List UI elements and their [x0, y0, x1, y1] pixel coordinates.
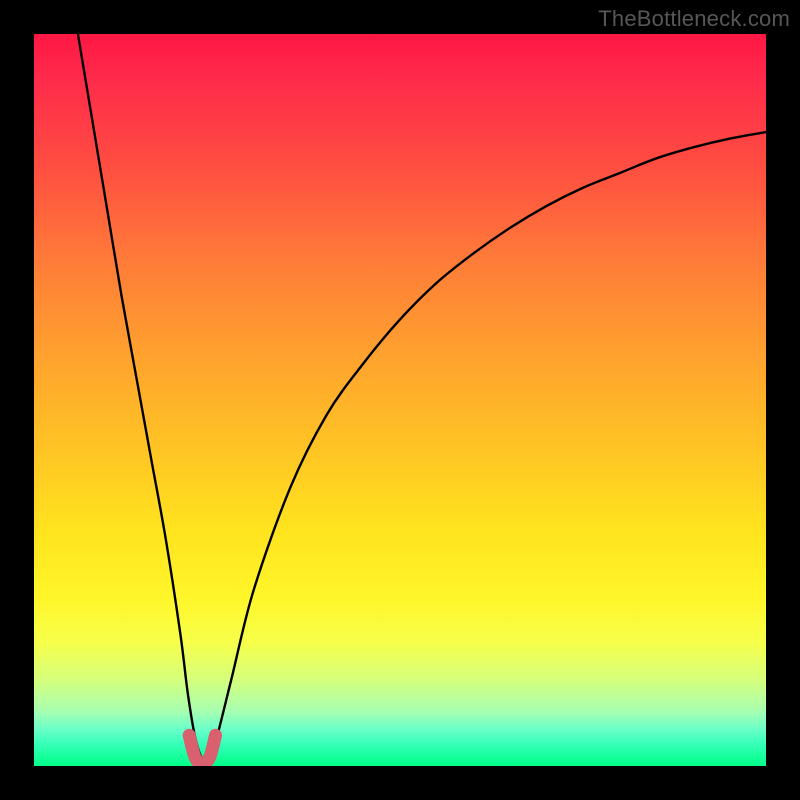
highlight-band-path: [189, 735, 215, 764]
chart-frame: TheBottleneck.com: [0, 0, 800, 800]
watermark-text: TheBottleneck.com: [598, 6, 790, 32]
plot-area: [34, 34, 766, 766]
curve-svg: [34, 34, 766, 766]
bottleneck-curve-path: [78, 34, 766, 761]
